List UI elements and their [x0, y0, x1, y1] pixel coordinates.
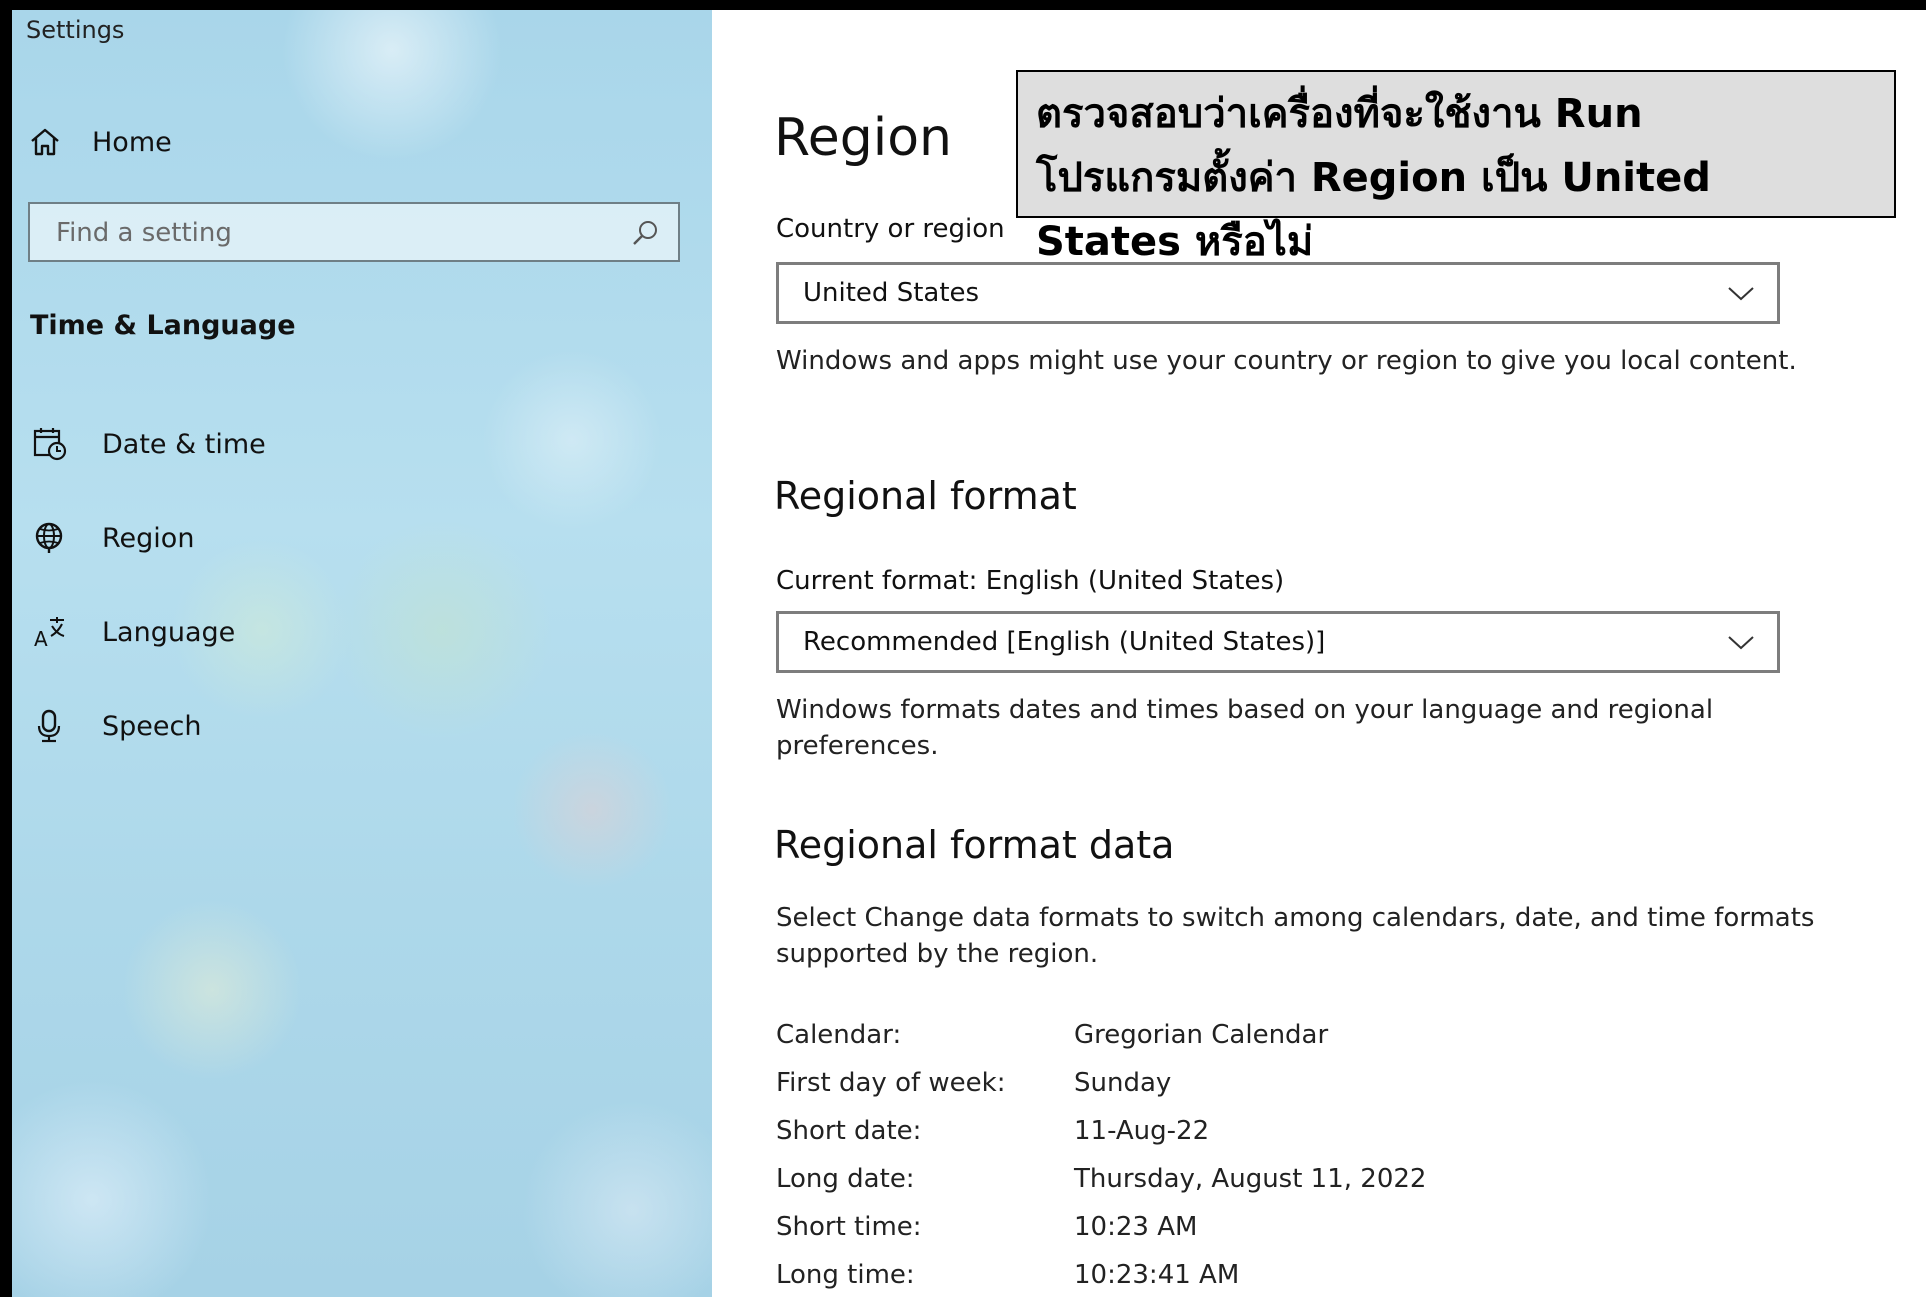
country-description: Windows and apps might use your country … [776, 346, 1797, 376]
regional-format-dropdown[interactable]: Recommended [English (United States)] [776, 611, 1780, 673]
regional-format-description: Windows formats dates and times based on… [776, 695, 1714, 761]
language-icon: A [30, 612, 70, 652]
regional-format-value: Recommended [English (United States)] [803, 627, 1326, 657]
microphone-icon [30, 706, 70, 746]
sidebar-item-label: Speech [102, 710, 202, 742]
home-icon [31, 128, 59, 156]
annotation-callout-text: ตรวจสอบว่าเครื่องที่จะใช้งาน Run โปรแกรม… [1036, 82, 1926, 274]
sidebar-item-speech[interactable]: Speech [30, 702, 201, 750]
short-date-label: Short date: [776, 1116, 922, 1146]
long-date-label: Long date: [776, 1164, 915, 1194]
globe-icon [30, 518, 70, 558]
regional-format-data-description: Select Change data formats to switch amo… [776, 903, 1815, 969]
country-value: United States [803, 278, 980, 308]
search-icon[interactable] [630, 218, 660, 248]
annotation-line-1: ตรวจสอบว่าเครื่องที่จะใช้งาน Run [1036, 91, 1643, 137]
home-nav-item[interactable]: Home [28, 118, 172, 166]
long-date-value: Thursday, August 11, 2022 [1074, 1164, 1427, 1194]
sidebar-item-region[interactable]: Region [30, 514, 194, 562]
country-label: Country or region [776, 214, 1005, 244]
chevron-down-icon [1728, 287, 1754, 301]
long-time-value: 10:23:41 AM [1074, 1260, 1240, 1290]
calendar-clock-icon [30, 424, 70, 464]
short-time-value: 10:23 AM [1074, 1212, 1198, 1242]
first-day-value: Sunday [1074, 1068, 1172, 1098]
regional-format-data-heading: Regional format data [774, 823, 1175, 867]
sidebar-item-label: Date & time [102, 428, 266, 460]
search-box[interactable] [28, 202, 680, 262]
sidebar-item-date-time[interactable]: Date & time [30, 420, 266, 468]
current-format-label: Current format: English (United States) [776, 566, 1285, 596]
annotation-line-3: States หรือไม่ [1036, 219, 1314, 265]
first-day-label: First day of week: [776, 1068, 1006, 1098]
window-title: Settings [26, 16, 125, 44]
annotation-line-2: โปรแกรมตั้งค่า Region เป็น United [1036, 155, 1711, 201]
regional-format-heading: Regional format [774, 474, 1077, 518]
long-time-label: Long time: [776, 1260, 915, 1290]
page-title: Region [774, 108, 953, 168]
short-date-value: 11-Aug-22 [1074, 1116, 1210, 1146]
sidebar-item-language[interactable]: A Language [30, 608, 235, 656]
svg-text:A: A [34, 627, 48, 650]
settings-window: Settings Home Time & Language [12, 10, 1926, 1297]
short-time-label: Short time: [776, 1212, 922, 1242]
sidebar-item-label: Region [102, 522, 195, 554]
sidebar-item-label: Language [102, 616, 236, 648]
calendar-label: Calendar: [776, 1020, 902, 1050]
sidebar: Settings Home Time & Language [12, 10, 712, 1297]
chevron-down-icon [1728, 636, 1754, 650]
section-title: Time & Language [30, 310, 296, 341]
home-label: Home [92, 126, 172, 158]
search-input[interactable] [54, 210, 618, 256]
calendar-value: Gregorian Calendar [1074, 1020, 1329, 1050]
